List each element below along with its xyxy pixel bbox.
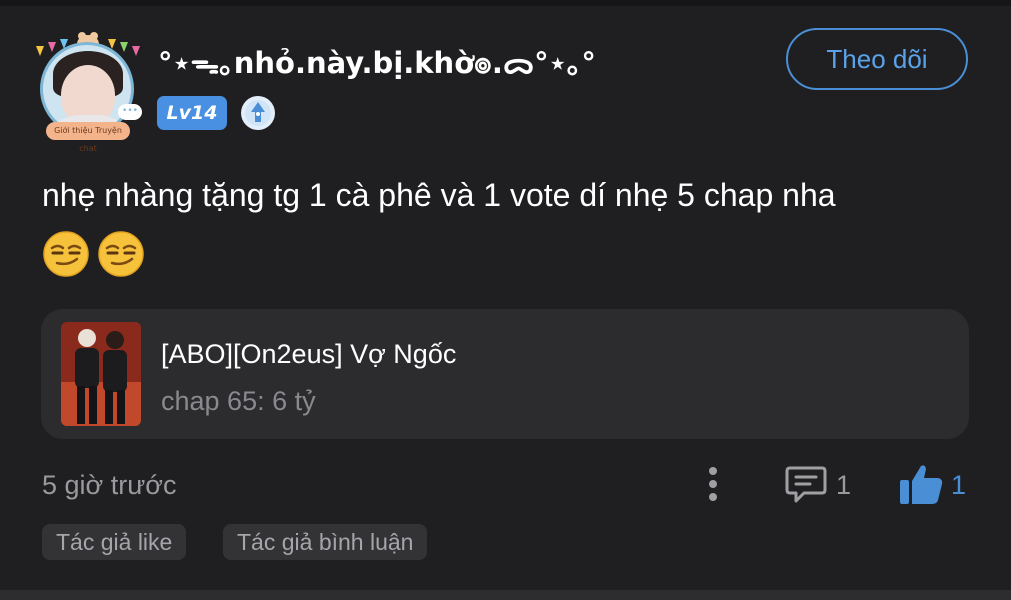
pen-badge-icon bbox=[241, 96, 275, 130]
level-badge: Lv14 bbox=[157, 96, 227, 130]
bottom-divider bbox=[0, 590, 1011, 600]
comment-text: nhẹ nhàng tặng tg 1 cà phê và 1 vote dí … bbox=[42, 177, 836, 213]
tag-author-comment: Tác giả bình luận bbox=[223, 524, 428, 560]
avatar-badge: Giới thiệu Truyện chat bbox=[46, 122, 130, 153]
more-options-icon[interactable] bbox=[703, 464, 723, 504]
smirking-face-icon bbox=[43, 231, 89, 277]
tag-author-like: Tác giả like bbox=[42, 524, 187, 560]
story-chapter: chap 65: 6 tỷ bbox=[161, 386, 316, 416]
timestamp: 5 giờ trước bbox=[42, 470, 177, 500]
comment-count: 1 bbox=[836, 470, 852, 500]
like-count: 1 bbox=[951, 470, 967, 500]
username[interactable]: °⋆ᯓ｡nhỏ.này.bị.khờ๏.ᯅ°⋆｡° bbox=[158, 40, 596, 86]
top-divider bbox=[0, 0, 1011, 6]
follow-button[interactable]: Theo dõi bbox=[786, 28, 968, 90]
smirking-face-icon bbox=[98, 231, 144, 277]
comment-icon[interactable] bbox=[784, 462, 828, 506]
avatar[interactable]: ••• Giới thiệu Truyện chat bbox=[32, 30, 144, 153]
story-cover-image bbox=[61, 322, 141, 426]
story-card[interactable]: [ABO][On2eus] Vợ Ngốc chap 65: 6 tỷ bbox=[41, 309, 969, 439]
avatar-bubble: ••• bbox=[118, 104, 142, 120]
thumbs-up-icon[interactable] bbox=[898, 462, 944, 506]
emoji-row bbox=[42, 230, 147, 278]
story-title[interactable]: [ABO][On2eus] Vợ Ngốc bbox=[161, 339, 456, 370]
